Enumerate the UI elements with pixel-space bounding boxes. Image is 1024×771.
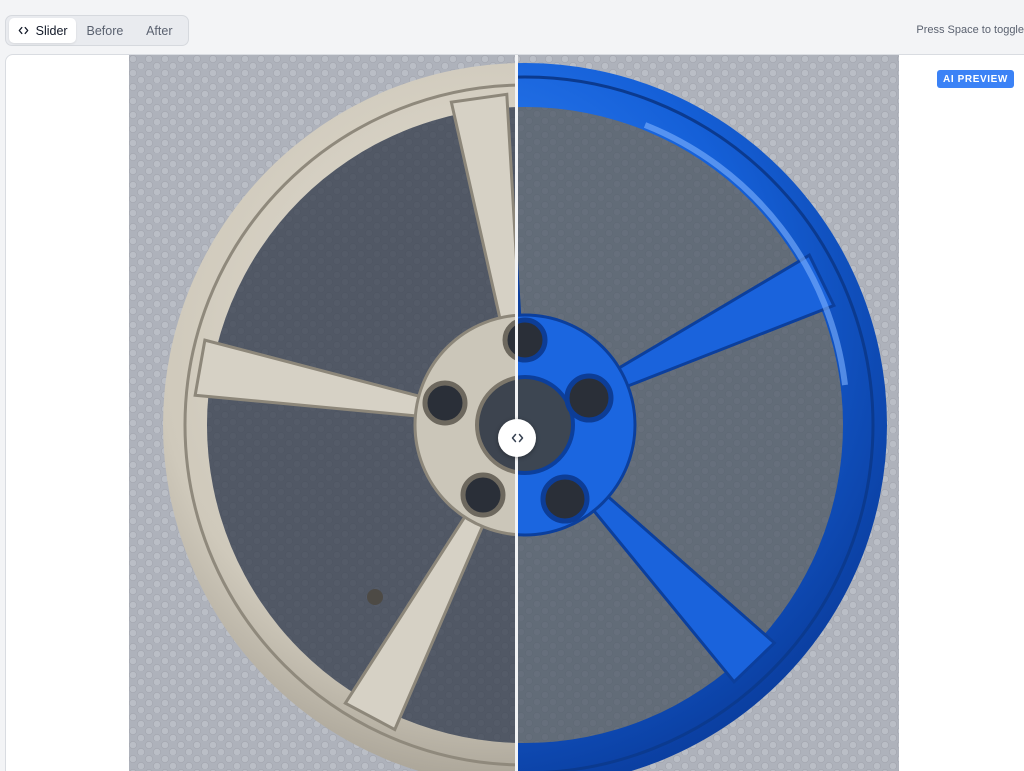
compare-panel: AI PREVIEW [5,54,1024,771]
ai-preview-badge: AI PREVIEW [937,70,1014,88]
after-mode-label: After [146,23,173,38]
chevron-left-right-icon [511,433,523,443]
slider-mode-button[interactable]: Slider [9,18,77,43]
after-mode-button[interactable]: After [134,18,185,43]
view-mode-toggle: Slider Before After [5,15,189,46]
slider-mode-label: Slider [35,23,68,38]
wheel-photo [129,55,899,771]
before-mode-button[interactable]: Before [76,18,133,43]
compare-stage[interactable] [129,55,899,771]
slider-handle[interactable] [498,419,536,457]
before-mode-label: Before [86,23,124,38]
compare-divider[interactable] [515,55,518,771]
chevron-left-right-icon [18,26,28,35]
keyboard-hint: Press Space to toggle [916,24,1024,36]
